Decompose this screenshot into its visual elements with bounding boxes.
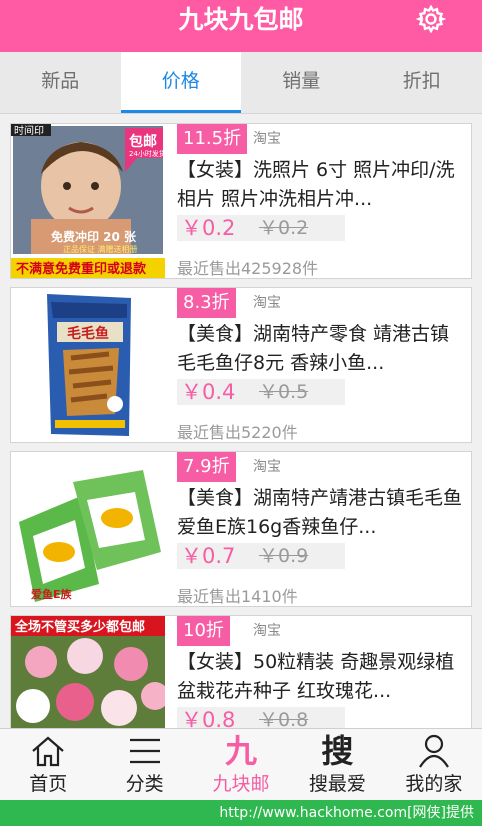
label-free-print: 免费冲印 20 张: [51, 229, 137, 244]
discount-badge: 10折: [177, 616, 230, 646]
watermark-footer: http://www.hackhome.com[网侠]提供: [0, 800, 482, 826]
product-card[interactable]: 全场不管买多少都包邮 10折 淘宝 【女装】50粒精装 奇趣景观绿植盆栽花卉种子…: [10, 615, 472, 728]
shipping-banner: 全场不管买多少都包邮: [14, 619, 145, 635]
nav-category[interactable]: 分类: [96, 729, 192, 800]
price-box: ￥0.7 ￥0.9: [177, 543, 345, 569]
bottom-nav: 首页 分类 九 九块邮 搜 搜最爱 我的家: [0, 728, 482, 800]
product-title[interactable]: 【女装】洗照片 6寸 照片冲印/洗相片 照片冲洗相片冲...: [177, 156, 465, 214]
price-box: ￥0.2 ￥0.2: [177, 215, 345, 241]
discount-badge: 8.3折: [177, 288, 236, 318]
package-brand: 爱鱼E族: [31, 587, 73, 601]
nav-search-label: 搜最爱: [308, 773, 366, 795]
label-free-shipping: 包邮: [129, 133, 157, 150]
search-glyph-icon: 搜: [321, 732, 354, 770]
original-price: ￥0.2: [259, 217, 309, 239]
price-box: ￥0.4 ￥0.5: [177, 379, 345, 405]
gear-icon[interactable]: [416, 4, 446, 34]
nav-home-label: 首页: [29, 773, 68, 795]
watermark-text: http://www.hackhome.com[网侠]提供: [219, 805, 474, 821]
discount-badge: 7.9折: [177, 452, 236, 482]
original-price: ￥0.9: [259, 545, 309, 567]
app-header: 九块九包邮: [0, 0, 482, 52]
product-card[interactable]: 毛毛鱼 8.3折 淘宝 【美食】湖南特产零食 靖港古镇毛毛鱼仔8元 香辣小鱼..…: [10, 287, 472, 443]
product-card[interactable]: 时间印 包邮 24小时发货 免费冲印 20 张 正品保证 满赠送相册 不满意免费…: [10, 123, 472, 279]
source-label: 淘宝: [253, 295, 281, 311]
label-guarantee: 正品保证 满赠送相册: [63, 244, 138, 254]
product-image-fish-snack-green[interactable]: 爱鱼E族: [11, 452, 165, 606]
nav-nine-yuan[interactable]: 九 九块邮: [193, 729, 289, 800]
sale-price: ￥0.4: [181, 380, 236, 404]
app-title: 九块九包邮: [178, 5, 304, 34]
original-price: ￥0.8: [259, 709, 309, 728]
label-24h: 24小时发货: [129, 149, 165, 158]
sold-count: 最近售出5220件: [177, 423, 298, 442]
original-price: ￥0.5: [259, 381, 309, 403]
source-label: 淘宝: [253, 623, 281, 639]
nav-search[interactable]: 搜 搜最爱: [289, 729, 385, 800]
home-icon: [32, 736, 64, 767]
product-image-photo-print[interactable]: 时间印 包邮 24小时发货 免费冲印 20 张 正品保证 满赠送相册 不满意免费…: [11, 124, 165, 278]
package-brand: 毛毛鱼: [67, 325, 109, 342]
nav-category-label: 分类: [125, 773, 164, 795]
product-image-roses[interactable]: 全场不管买多少都包邮: [11, 616, 165, 728]
source-label: 淘宝: [253, 131, 281, 147]
price-box: ￥0.8 ￥0.8: [177, 707, 345, 728]
brand-label: 时间印: [14, 124, 44, 137]
nav-nine-yuan-label: 九块邮: [212, 773, 270, 795]
product-title[interactable]: 【美食】湖南特产零食 靖港古镇毛毛鱼仔8元 香辣小鱼...: [177, 320, 465, 378]
jiu-glyph-icon: 九: [225, 732, 258, 770]
product-title[interactable]: 【美食】湖南特产靖港古镇毛毛鱼 爱鱼E族16g香辣鱼仔...: [177, 484, 465, 542]
nav-my-home-label: 我的家: [405, 773, 463, 795]
tab-sales[interactable]: 销量: [241, 52, 362, 113]
sale-price: ￥0.2: [181, 216, 236, 240]
nav-home[interactable]: 首页: [0, 729, 96, 800]
sort-tabs: 新品 价格 销量 折扣: [0, 52, 482, 114]
sale-price: ￥0.7: [181, 544, 236, 568]
menu-lines-icon: [129, 738, 160, 764]
nav-my-home[interactable]: 我的家: [386, 729, 482, 800]
tab-price[interactable]: 价格: [120, 52, 241, 113]
sold-count: 最近售出425928件: [177, 259, 319, 278]
discount-badge: 11.5折: [177, 124, 248, 154]
sale-price: ￥0.8: [181, 708, 236, 728]
product-image-fish-snack[interactable]: 毛毛鱼: [11, 288, 165, 442]
sold-count: 最近售出1410件: [177, 587, 298, 606]
source-label: 淘宝: [253, 459, 281, 475]
person-icon: [418, 734, 449, 768]
product-title[interactable]: 【女装】50粒精装 奇趣景观绿植盆栽花卉种子 红玫瑰花...: [177, 648, 465, 706]
tab-discount[interactable]: 折扣: [362, 52, 482, 113]
product-card[interactable]: 爱鱼E族 7.9折 淘宝 【美食】湖南特产靖港古镇毛毛鱼 爱鱼E族16g香辣鱼仔…: [10, 451, 472, 607]
label-reprint: 不满意免费重印或退款: [16, 261, 147, 277]
tab-new[interactable]: 新品: [0, 52, 121, 113]
product-list[interactable]: 时间印 包邮 24小时发货 免费冲印 20 张 正品保证 满赠送相册 不满意免费…: [0, 116, 482, 728]
